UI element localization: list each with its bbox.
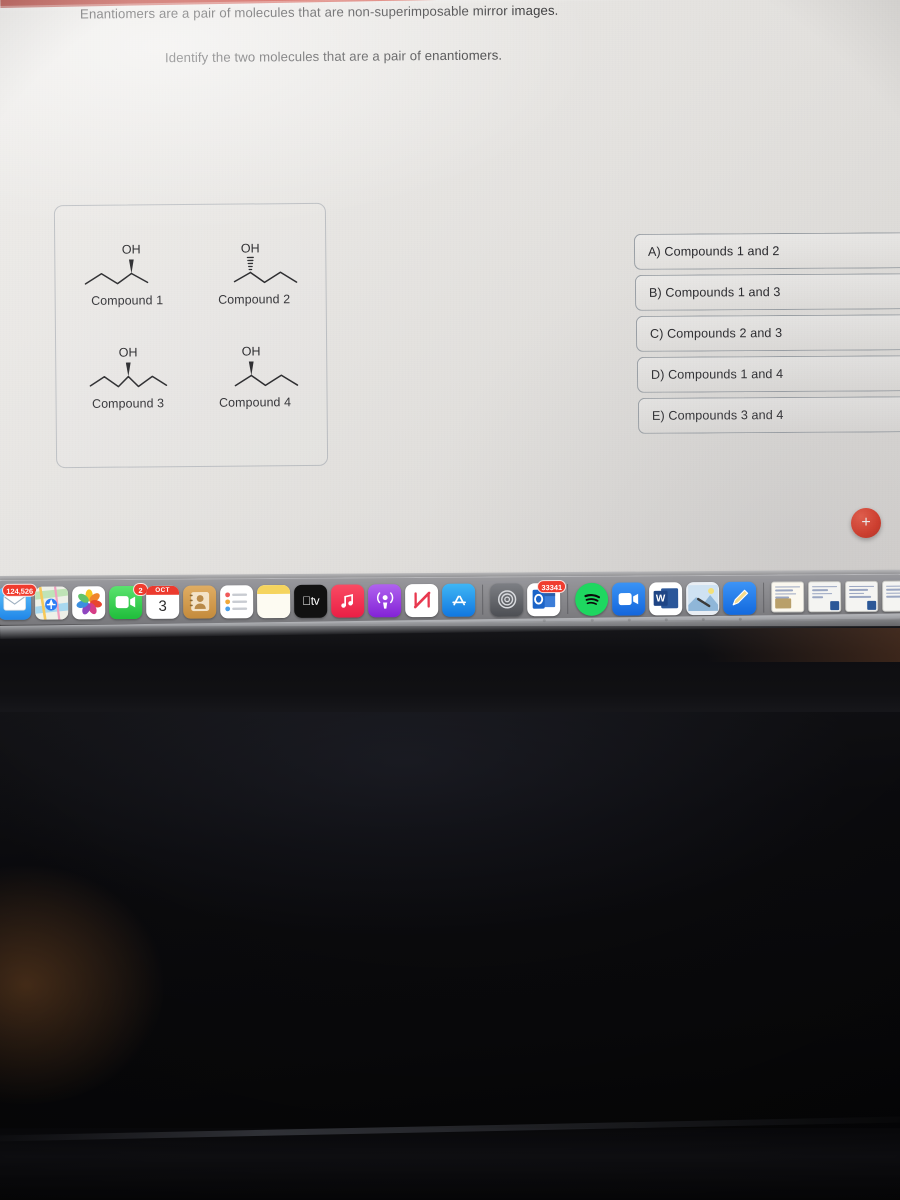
compound-3-structure: OH — [72, 342, 184, 395]
dock-item-mail[interactable]: 124,526 — [0, 583, 38, 620]
dock-item-word[interactable]: W — [649, 581, 683, 621]
compounds-panel: OH Compound 1 OH Compound 2 OH Compound … — [53, 202, 329, 469]
thumbnail-lines — [849, 585, 875, 599]
dock-item-music[interactable] — [331, 583, 365, 618]
minimized-window-thumbnail — [808, 580, 842, 612]
notes-icon — [257, 584, 291, 618]
podcasts-icon — [368, 583, 402, 617]
dock-item-photos[interactable] — [72, 585, 106, 619]
minimized-window-thumbnail — [882, 580, 900, 612]
zoom-icon — [612, 581, 646, 616]
compound-3-label: Compound 3 — [92, 395, 165, 411]
preview-icon — [686, 581, 720, 615]
compound-cell-1: OH Compound 1 — [63, 239, 191, 343]
dock-separator-3 — [763, 582, 765, 613]
compound-2-structure: OH — [198, 238, 310, 291]
minimized-window-thumbnail — [771, 580, 805, 613]
dock-item-outlook[interactable]: 33341 — [527, 579, 567, 622]
compound-2-label: Compound 2 — [218, 292, 291, 307]
appstore-icon — [442, 583, 476, 617]
compound-cell-3: OH Compound 3 — [64, 341, 192, 445]
thumbnail-lines — [812, 585, 838, 600]
calendar-day: 3 — [158, 597, 167, 615]
thumbnail-app-badge — [867, 600, 877, 610]
gear-icon — [490, 582, 524, 617]
thumbnail-lines — [886, 585, 900, 599]
dock-item-facetime[interactable]: 2 — [109, 582, 149, 619]
svg-text:OH: OH — [118, 345, 137, 359]
appletv-icon: tv — [294, 584, 328, 618]
laptop-keyboard: ☼ F2 ◫◫ F3 🔍 F4 🎤 F5 ☾ F6 ◀◀ F7 — [0, 712, 900, 1132]
minimized-window-4[interactable] — [882, 580, 900, 613]
contacts-icon — [183, 584, 217, 619]
dock-item-settings[interactable] — [490, 582, 524, 617]
minimized-window-2[interactable] — [808, 580, 842, 614]
answer-choice-e[interactable]: E) Compounds 3 and 4 — [637, 396, 900, 434]
appletv-label: tv — [302, 593, 319, 608]
minimized-window-3[interactable] — [845, 580, 879, 613]
dock-item-podcasts[interactable] — [368, 583, 402, 617]
answer-choice-a[interactable]: A) Compounds 1 and 2 — [633, 232, 900, 270]
calendar-month: OCT — [146, 585, 180, 595]
calendar-icon: OCT 3 — [146, 585, 180, 619]
laptop-screen: Enantiomers are a pair of molecules that… — [0, 0, 900, 586]
spotify-icon — [575, 582, 609, 616]
mail-badge: 124,526 — [2, 583, 38, 597]
dock-item-appstore[interactable] — [442, 583, 476, 617]
dock-item-notes[interactable] — [257, 584, 291, 618]
word-icon: W — [649, 581, 683, 615]
plus-icon: + — [861, 513, 871, 531]
reminders-icon — [220, 584, 254, 618]
dock-item-contacts[interactable] — [183, 584, 217, 619]
compound-1-structure: OH — [71, 239, 183, 292]
dock-item-zoom[interactable] — [612, 581, 646, 622]
compound-cell-4: OH Compound 4 — [191, 340, 319, 444]
laptop-palmrest — [0, 1128, 900, 1200]
compound-4-label: Compound 4 — [219, 394, 292, 410]
dock-item-preview[interactable] — [686, 581, 720, 621]
dock-item-spotify[interactable] — [575, 582, 609, 622]
answer-choice-c[interactable]: C) Compounds 2 and 3 — [635, 314, 900, 352]
compounds-grid: OH Compound 1 OH Compound 2 OH Compound … — [55, 204, 327, 467]
dock-separator-2 — [567, 583, 569, 614]
dock-item-appletv[interactable]: tv — [294, 584, 328, 618]
photos-icon — [72, 585, 106, 619]
answer-choice-b[interactable]: B) Compounds 1 and 3 — [634, 273, 900, 311]
pencil-icon — [723, 581, 757, 615]
minimized-window-1[interactable] — [771, 580, 805, 614]
notes-header-strip — [257, 584, 291, 594]
svg-text:OH: OH — [121, 242, 140, 256]
question-prompt-text: Identify the two molecules that are a pa… — [164, 47, 503, 66]
news-icon — [405, 583, 439, 617]
minimized-window-thumbnail — [845, 580, 879, 612]
dock-item-editor[interactable] — [723, 581, 757, 621]
add-floating-action-button[interactable]: + — [851, 508, 881, 538]
thumbnail-app-badge — [830, 600, 840, 610]
svg-text:OH: OH — [240, 241, 259, 255]
answer-choice-d[interactable]: D) Compounds 1 and 4 — [636, 355, 900, 393]
dock-item-reminders[interactable] — [220, 584, 254, 618]
dock-item-calendar[interactable]: OCT 3 — [146, 585, 180, 619]
dock-item-maps[interactable] — [35, 585, 69, 620]
outlook-badge: 33341 — [537, 579, 567, 593]
photo-of-laptop-screen: Enantiomers are a pair of molecules that… — [0, 0, 900, 1200]
answer-choices: A) Compounds 1 and 2 B) Compounds 1 and … — [633, 232, 900, 438]
compound-4-structure: OH — [199, 340, 311, 393]
svg-text:W: W — [655, 593, 665, 604]
dock-separator-1 — [482, 584, 484, 615]
compound-1-label: Compound 1 — [91, 293, 164, 308]
thumbnail-image-block — [775, 597, 792, 609]
music-icon — [331, 583, 365, 618]
maps-icon — [35, 585, 69, 620]
hinge-warm-reflection — [620, 628, 900, 662]
svg-text:OH: OH — [241, 344, 260, 358]
dock-item-news[interactable] — [405, 583, 439, 617]
notes-body — [257, 593, 291, 618]
compound-cell-2: OH Compound 2 — [190, 238, 318, 342]
